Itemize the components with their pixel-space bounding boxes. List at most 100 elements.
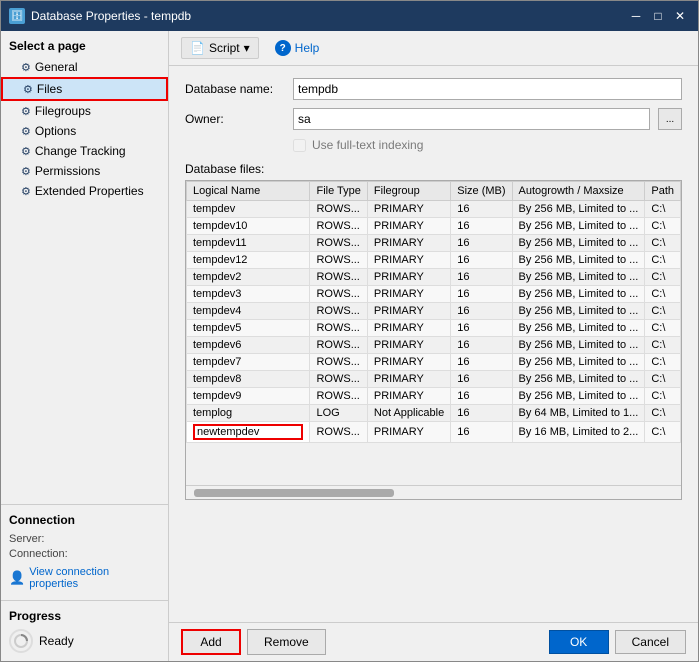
- table-cell-filegroup[interactable]: PRIMARY: [367, 320, 450, 337]
- table-cell-path[interactable]: C:\: [645, 320, 681, 337]
- close-button[interactable]: ✕: [670, 6, 690, 26]
- table-cell-logical_name[interactable]: tempdev10: [187, 218, 310, 235]
- table-cell-size[interactable]: 16: [451, 201, 512, 218]
- table-cell-path[interactable]: C:\: [645, 235, 681, 252]
- table-cell-autogrowth[interactable]: By 256 MB, Limited to ...: [512, 269, 645, 286]
- minimize-button[interactable]: ─: [626, 6, 646, 26]
- table-cell-size[interactable]: 16: [451, 286, 512, 303]
- table-cell-size[interactable]: 16: [451, 422, 512, 443]
- table-cell-size[interactable]: 16: [451, 218, 512, 235]
- table-cell-path[interactable]: C:\: [645, 337, 681, 354]
- table-cell-path[interactable]: C:\: [645, 354, 681, 371]
- table-scroll[interactable]: Logical Name File Type Filegroup Size (M…: [186, 181, 681, 485]
- maximize-button[interactable]: □: [648, 6, 668, 26]
- table-cell-logical_name[interactable]: templog: [187, 405, 310, 422]
- table-cell-filegroup[interactable]: PRIMARY: [367, 354, 450, 371]
- table-cell-filegroup[interactable]: PRIMARY: [367, 388, 450, 405]
- table-cell-size[interactable]: 16: [451, 354, 512, 371]
- table-cell-autogrowth[interactable]: By 256 MB, Limited to ...: [512, 286, 645, 303]
- table-cell-path[interactable]: C:\: [645, 218, 681, 235]
- table-cell-autogrowth[interactable]: By 256 MB, Limited to ...: [512, 252, 645, 269]
- table-cell-file_type[interactable]: LOG: [310, 405, 367, 422]
- table-cell-logical_name[interactable]: tempdev6: [187, 337, 310, 354]
- table-cell-file_type[interactable]: ROWS...: [310, 235, 367, 252]
- table-cell-path[interactable]: C:\: [645, 388, 681, 405]
- sidebar-item-permissions[interactable]: ⚙ Permissions: [1, 161, 168, 181]
- table-cell-size[interactable]: 16: [451, 269, 512, 286]
- table-cell-file_type[interactable]: ROWS...: [310, 388, 367, 405]
- table-row[interactable]: tempdev2ROWS...PRIMARY16By 256 MB, Limit…: [187, 269, 681, 286]
- table-cell-filegroup[interactable]: PRIMARY: [367, 201, 450, 218]
- table-cell-file_type[interactable]: ROWS...: [310, 320, 367, 337]
- table-cell-size[interactable]: 16: [451, 371, 512, 388]
- table-cell-logical_name[interactable]: tempdev8: [187, 371, 310, 388]
- table-row[interactable]: tempdev11ROWS...PRIMARY16By 256 MB, Limi…: [187, 235, 681, 252]
- table-cell-logical_name[interactable]: tempdev5: [187, 320, 310, 337]
- table-row[interactable]: tempdev12ROWS...PRIMARY16By 256 MB, Limi…: [187, 252, 681, 269]
- table-cell-autogrowth[interactable]: By 256 MB, Limited to ...: [512, 388, 645, 405]
- table-cell-path[interactable]: C:\: [645, 371, 681, 388]
- table-cell-file_type[interactable]: ROWS...: [310, 286, 367, 303]
- add-button[interactable]: Add: [181, 629, 241, 655]
- table-row[interactable]: tempdev7ROWS...PRIMARY16By 256 MB, Limit…: [187, 354, 681, 371]
- table-cell-filegroup[interactable]: PRIMARY: [367, 371, 450, 388]
- ok-button[interactable]: OK: [549, 630, 609, 654]
- table-cell-filegroup[interactable]: PRIMARY: [367, 252, 450, 269]
- editing-input-logical-name[interactable]: [193, 424, 303, 440]
- table-cell-autogrowth[interactable]: By 256 MB, Limited to ...: [512, 354, 645, 371]
- table-cell-filegroup[interactable]: PRIMARY: [367, 422, 450, 443]
- table-cell-autogrowth[interactable]: By 256 MB, Limited to ...: [512, 218, 645, 235]
- browse-button[interactable]: ...: [658, 108, 682, 130]
- table-cell-file_type[interactable]: ROWS...: [310, 337, 367, 354]
- sidebar-item-extended-properties[interactable]: ⚙ Extended Properties: [1, 181, 168, 201]
- table-cell-path[interactable]: C:\: [645, 252, 681, 269]
- db-name-input[interactable]: [293, 78, 682, 100]
- table-cell-size[interactable]: 16: [451, 252, 512, 269]
- table-cell-file_type[interactable]: ROWS...: [310, 422, 367, 443]
- remove-button[interactable]: Remove: [247, 629, 326, 655]
- view-connection-properties-link[interactable]: 👤 View connection properties: [9, 564, 160, 592]
- horizontal-scrollbar[interactable]: [186, 485, 681, 499]
- table-cell-logical_name[interactable]: tempdev: [187, 201, 310, 218]
- table-cell-file_type[interactable]: ROWS...: [310, 354, 367, 371]
- sidebar-item-change-tracking[interactable]: ⚙ Change Tracking: [1, 141, 168, 161]
- table-row[interactable]: ROWS...PRIMARY16By 16 MB, Limited to 2..…: [187, 422, 681, 443]
- table-cell-filegroup[interactable]: PRIMARY: [367, 303, 450, 320]
- table-cell-logical_name[interactable]: tempdev4: [187, 303, 310, 320]
- table-cell-autogrowth[interactable]: By 256 MB, Limited to ...: [512, 201, 645, 218]
- table-cell-path[interactable]: C:\: [645, 303, 681, 320]
- table-cell-size[interactable]: 16: [451, 337, 512, 354]
- sidebar-item-filegroups[interactable]: ⚙ Filegroups: [1, 101, 168, 121]
- table-cell-filegroup[interactable]: PRIMARY: [367, 235, 450, 252]
- table-row[interactable]: tempdev5ROWS...PRIMARY16By 256 MB, Limit…: [187, 320, 681, 337]
- script-button[interactable]: 📄 Script ▾: [181, 37, 259, 59]
- table-cell-file_type[interactable]: ROWS...: [310, 303, 367, 320]
- table-row[interactable]: templogLOGNot Applicable16By 64 MB, Limi…: [187, 405, 681, 422]
- sidebar-item-general[interactable]: ⚙ General: [1, 57, 168, 77]
- table-row[interactable]: tempdev6ROWS...PRIMARY16By 256 MB, Limit…: [187, 337, 681, 354]
- table-cell-size[interactable]: 16: [451, 388, 512, 405]
- table-cell-logical_name[interactable]: tempdev12: [187, 252, 310, 269]
- table-cell-logical_name[interactable]: tempdev2: [187, 269, 310, 286]
- table-cell-file_type[interactable]: ROWS...: [310, 218, 367, 235]
- table-cell-filegroup[interactable]: PRIMARY: [367, 218, 450, 235]
- sidebar-item-options[interactable]: ⚙ Options: [1, 121, 168, 141]
- table-cell-autogrowth[interactable]: By 256 MB, Limited to ...: [512, 371, 645, 388]
- help-button[interactable]: ? Help: [267, 37, 328, 59]
- cancel-button[interactable]: Cancel: [615, 630, 686, 654]
- table-row[interactable]: tempdev8ROWS...PRIMARY16By 256 MB, Limit…: [187, 371, 681, 388]
- table-cell-autogrowth[interactable]: By 256 MB, Limited to ...: [512, 235, 645, 252]
- table-cell-autogrowth[interactable]: By 256 MB, Limited to ...: [512, 320, 645, 337]
- table-cell-logical_name[interactable]: tempdev3: [187, 286, 310, 303]
- table-cell-filegroup[interactable]: PRIMARY: [367, 286, 450, 303]
- table-cell-path[interactable]: C:\: [645, 405, 681, 422]
- sidebar-item-files[interactable]: ⚙ Files: [1, 77, 168, 101]
- table-cell-logical_name[interactable]: tempdev9: [187, 388, 310, 405]
- table-cell-file_type[interactable]: ROWS...: [310, 269, 367, 286]
- table-cell-autogrowth[interactable]: By 256 MB, Limited to ...: [512, 337, 645, 354]
- table-row[interactable]: tempdevROWS...PRIMARY16By 256 MB, Limite…: [187, 201, 681, 218]
- table-cell-autogrowth[interactable]: By 64 MB, Limited to 1...: [512, 405, 645, 422]
- table-cell-filegroup[interactable]: PRIMARY: [367, 269, 450, 286]
- table-cell-size[interactable]: 16: [451, 320, 512, 337]
- table-cell-logical_name[interactable]: tempdev7: [187, 354, 310, 371]
